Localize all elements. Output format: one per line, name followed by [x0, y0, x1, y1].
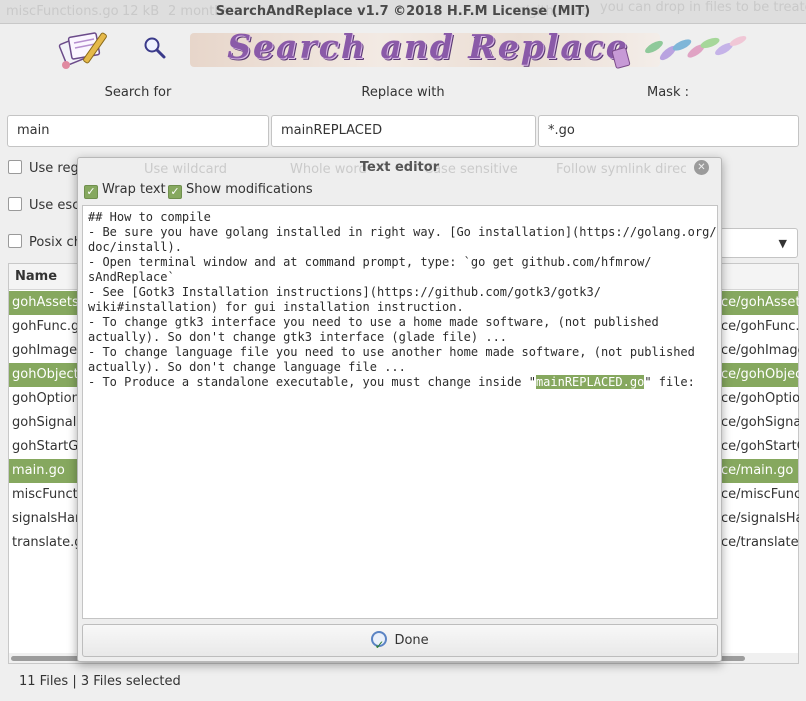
file-path-cell: ce/main.go	[721, 463, 794, 478]
file-name-cell: gohObjects.go	[12, 367, 78, 382]
file-path-cell: ce/gohFunc.go	[721, 319, 799, 334]
dropdown-select[interactable]: ▼	[720, 228, 798, 258]
file-name-cell: signalsHandler.go	[12, 511, 78, 526]
file-path-cell: ce/gohOptions.go	[721, 391, 799, 406]
banner: Search and Replace	[50, 25, 760, 75]
editor-text-before: ## How to compile - Be sure you have gol…	[88, 210, 717, 389]
wrap-text-checkbox[interactable]: ✓	[84, 185, 98, 199]
mask-label: Mask :	[647, 85, 689, 100]
column-header-name[interactable]: Name	[15, 269, 57, 284]
banner-title-text: Search and Replace	[227, 27, 629, 66]
search-input[interactable]: main	[7, 115, 269, 147]
wrap-text-label: Wrap text	[102, 182, 166, 197]
close-icon[interactable]: ✕	[694, 160, 709, 175]
use-escape-checkbox[interactable]	[8, 197, 22, 211]
use-escape-option[interactable]: Use esca	[8, 197, 87, 213]
editor-text-after: " file:	[644, 375, 695, 389]
magnifier-icon	[144, 37, 166, 59]
done-button[interactable]: Done	[82, 624, 718, 661]
file-path-cell: ce/miscFunctions.go	[721, 487, 799, 502]
file-path-cell: ce/translate.go	[721, 535, 799, 550]
file-path-cell: ce/gohSignals.go	[721, 415, 799, 430]
file-path-cell: ce/gohStartGtk.go	[721, 439, 799, 454]
file-name-cell: gohAssets.go	[12, 295, 78, 310]
show-modifications-checkbox[interactable]: ✓	[168, 185, 182, 199]
mask-input[interactable]: *.go	[538, 115, 799, 147]
file-name-cell: gohOptions.go	[12, 391, 78, 406]
dropdown-arrow-icon: ▼	[778, 237, 787, 250]
title-bar[interactable]: miscFunctions.go 12 kB 2 months rc/githu…	[0, 0, 806, 24]
highlighted-replacement: mainREPLACED.go	[535, 375, 645, 389]
show-modifications-label: Show modifications	[186, 182, 313, 197]
file-name-cell: gohFunc.go	[12, 319, 78, 334]
done-icon	[371, 630, 388, 661]
replace-input[interactable]: mainREPLACED	[271, 115, 536, 147]
dialog-title: Text editor	[359, 160, 440, 175]
window-title: SearchAndReplace v1.7 ©2018 H.F.M Licens…	[215, 4, 591, 19]
wrap-text-option[interactable]: ✓ Wrap text	[84, 182, 166, 199]
posix-checkbox[interactable]	[8, 234, 22, 248]
file-name-cell: main.go	[12, 463, 65, 478]
file-path-cell: ce/signalsHandler.go	[721, 511, 799, 526]
search-for-label: Search for	[104, 85, 172, 100]
file-name-cell: translate.go	[12, 535, 78, 550]
file-path-cell: ce/gohAssets.go	[721, 295, 799, 310]
editor-textarea[interactable]: ## How to compile - Be sure you have gol…	[82, 205, 718, 619]
file-name-cell: miscFunctions.go	[12, 487, 78, 502]
use-regex-option[interactable]: Use rege	[8, 160, 87, 176]
replace-with-label: Replace with	[361, 85, 445, 100]
show-modifications-option[interactable]: ✓ Show modifications	[168, 182, 313, 199]
file-path-cell: ce/gohObjects.go	[721, 367, 799, 382]
use-regex-checkbox[interactable]	[8, 160, 22, 174]
file-name-cell: gohImages.go	[12, 343, 78, 358]
file-path-cell: ce/gohImages.go	[721, 343, 799, 358]
file-name-cell: gohSignals.go	[12, 415, 78, 430]
decor-icon	[611, 36, 747, 69]
done-label: Done	[394, 633, 429, 648]
editor-content[interactable]: ## How to compile - Be sure you have gol…	[83, 206, 717, 394]
text-editor-dialog[interactable]: Use wildcard Whole word Case sensitive F…	[77, 157, 722, 662]
file-name-cell: gohStartGtk.go	[12, 439, 78, 454]
books-icon	[58, 32, 107, 69]
status-text: 11 Files | 3 Files selected	[19, 674, 181, 689]
